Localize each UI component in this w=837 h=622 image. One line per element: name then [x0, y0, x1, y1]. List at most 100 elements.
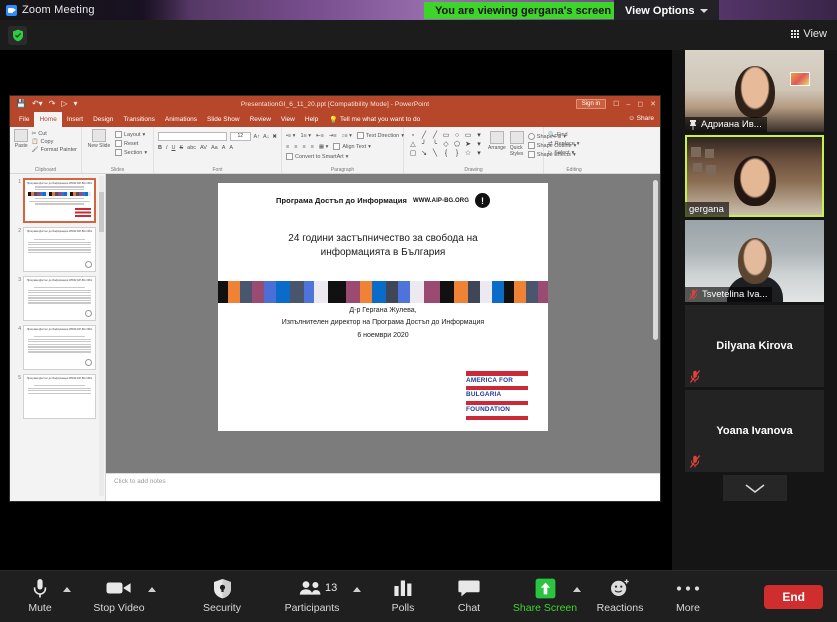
slide-editing-stage[interactable]: Програма Достъп до Информация WWW.AIP-BG… — [106, 174, 660, 501]
line-spacing-button[interactable]: ↕≡ ▾ — [342, 133, 352, 139]
clear-formatting-button[interactable]: ✖ — [272, 134, 277, 140]
shield-check-icon[interactable] — [8, 26, 27, 45]
cut-button[interactable]: ✂ Cut — [32, 131, 77, 137]
thumbnail-item[interactable]: 2 Програма Достъп до Информация WWW.AIP-… — [12, 227, 103, 272]
arrange-button[interactable]: Arrange — [488, 131, 506, 151]
powerpoint-share-button[interactable]: ☺ Share — [628, 115, 654, 122]
view-options-button[interactable]: View Options — [614, 0, 719, 21]
align-center-button[interactable]: ≡ — [294, 144, 297, 150]
justify-button[interactable]: ≡ — [311, 144, 314, 150]
section-button[interactable]: Section ▾ — [115, 149, 147, 156]
security-button[interactable]: Security — [187, 577, 257, 614]
copy-button[interactable]: 📋 Copy — [32, 139, 77, 145]
text-direction-button[interactable]: Text Direction ▾ — [357, 132, 404, 139]
shapes-gallery[interactable]: ▫ ╱ ╱ ▭ ○ ▭ ▾ △ ╯ ╰ ◇ ⬠ ➤ ▾ ▢ — [408, 131, 484, 157]
end-meeting-button[interactable]: End — [764, 585, 823, 609]
bar-chart-icon — [393, 577, 413, 599]
video-tile-tsvetelina[interactable]: Tsvetelina Iva... — [685, 220, 824, 302]
text-highlight-button[interactable]: A — [222, 145, 226, 151]
slide-stage-scrollbar[interactable] — [653, 180, 658, 340]
mute-options-caret-icon[interactable] — [63, 587, 71, 592]
quick-styles-button[interactable]: Quick Styles — [510, 131, 524, 157]
mute-button[interactable]: Mute — [5, 577, 75, 614]
tab-design[interactable]: Design — [88, 112, 118, 127]
tab-slide-show[interactable]: Slide Show — [202, 112, 245, 127]
aip-logo-icon: ! — [475, 193, 490, 208]
video-options-caret-icon[interactable] — [148, 587, 156, 592]
layout-button[interactable]: Layout ▾ — [115, 131, 147, 138]
thumbnail-item[interactable]: 1 Програма Достъп до Информация WWW.AIP-… — [12, 178, 103, 223]
thumbnail-item[interactable]: 4 Програма Достъп до Информация WWW.AIP-… — [12, 325, 103, 370]
thumbnail-item[interactable]: 5 Програма Достъп до Информация WWW.AIP-… — [12, 374, 103, 419]
font-family-input[interactable] — [158, 132, 227, 141]
more-button[interactable]: More — [653, 577, 723, 614]
thumbnail-slide-3[interactable]: Програма Достъп до Информация WWW.AIP-BG… — [23, 276, 96, 321]
tab-file[interactable]: File — [14, 112, 34, 127]
increase-indent-button[interactable]: ⇥≡ — [329, 133, 337, 139]
share-options-caret-icon[interactable] — [573, 587, 581, 592]
select-button[interactable]: ▷ Select ▾ — [548, 150, 600, 156]
font-size-input[interactable]: 12 — [230, 132, 251, 141]
strikethrough-button[interactable]: S — [180, 145, 184, 151]
increase-font-size-button[interactable]: A↑ — [254, 134, 260, 140]
thumbnail-slide-4[interactable]: Програма Достъп до Информация WWW.AIP-BG… — [23, 325, 96, 370]
numbering-button[interactable]: 1≡ ▾ — [300, 133, 311, 139]
scroll-down-button[interactable] — [723, 475, 787, 501]
columns-button[interactable]: ▦ ▾ — [319, 144, 329, 150]
video-tile-yoana[interactable]: Yoana Ivanova — [685, 390, 824, 472]
new-slide-button[interactable]: New Slide — [86, 129, 112, 149]
sign-in-button[interactable]: Sign in — [576, 99, 606, 109]
thumbnail-scrollbar[interactable] — [99, 176, 104, 496]
font-color-button[interactable]: A — [229, 145, 233, 151]
replace-button[interactable]: ⇄ Replace ▾ — [548, 141, 600, 147]
tab-transitions[interactable]: Transitions — [118, 112, 160, 127]
decrease-font-size-button[interactable]: A↓ — [263, 134, 269, 140]
shadow-button[interactable]: abc — [187, 145, 196, 151]
bullets-button[interactable]: •≡ ▾ — [286, 133, 295, 139]
tab-review[interactable]: Review — [245, 112, 276, 127]
decrease-indent-button[interactable]: ⇤≡ — [316, 133, 324, 139]
change-case-button[interactable]: Aa — [211, 145, 218, 151]
paste-button[interactable]: Paste — [14, 129, 29, 149]
tab-insert[interactable]: Insert — [62, 112, 88, 127]
tab-animations[interactable]: Animations — [160, 112, 202, 127]
polls-button[interactable]: Polls — [368, 577, 438, 614]
share-screen-button[interactable]: Share Screen — [509, 577, 581, 614]
view-layout-button[interactable]: View — [791, 28, 827, 40]
shape-diamond-icon: ◇ — [441, 140, 451, 148]
bold-button[interactable]: B — [158, 145, 162, 151]
underline-button[interactable]: U — [172, 145, 176, 151]
video-tile-dilyana[interactable]: Dilyana Kirova — [685, 305, 824, 387]
current-slide[interactable]: Програма Достъп до Информация WWW.AIP-BG… — [218, 183, 548, 431]
tab-home[interactable]: Home — [34, 112, 61, 127]
reactions-button[interactable]: Reactions — [585, 577, 655, 614]
chat-button[interactable]: Chat — [434, 577, 504, 614]
tell-me-search[interactable]: 💡 Tell me what you want to do — [323, 112, 420, 127]
format-painter-button[interactable]: 🖌 Format Painter — [32, 147, 77, 153]
notes-pane[interactable]: Click to add notes — [106, 473, 660, 501]
align-right-button[interactable]: ≡ — [302, 144, 305, 150]
participants-options-caret-icon[interactable] — [353, 587, 361, 592]
slide-thumbnail-pane[interactable]: 1 Програма Достъп до Информация WWW.AIP-… — [10, 174, 106, 501]
stop-video-button[interactable]: Stop Video — [84, 577, 154, 614]
tab-view[interactable]: View — [276, 112, 300, 127]
thumbnail-slide-5[interactable]: Програма Достъп до Информация WWW.AIP-BG… — [23, 374, 96, 419]
align-text-button[interactable]: Align Text ▾ — [333, 143, 371, 150]
video-tile-gergana[interactable]: gergana — [685, 135, 824, 217]
ribbon-display-options-icon[interactable]: ☐ — [613, 100, 619, 108]
italic-button[interactable]: I — [166, 145, 168, 151]
thumbnail-slide-2[interactable]: Програма Достъп до Информация WWW.AIP-BG… — [23, 227, 96, 272]
reset-button[interactable]: Reset — [115, 140, 147, 147]
video-tile-adriana[interactable]: Адриана Ив... — [685, 50, 824, 132]
close-icon[interactable]: ✕ — [650, 100, 656, 108]
character-spacing-button[interactable]: AV — [200, 145, 207, 151]
thumbnail-slide-1[interactable]: Програма Достъп до Информация WWW.AIP-BG… — [23, 178, 96, 223]
tab-help[interactable]: Help — [300, 112, 323, 127]
thumbnail-item[interactable]: 3 Програма Достъп до Информация WWW.AIP-… — [12, 276, 103, 321]
align-left-button[interactable]: ≡ — [286, 144, 289, 150]
thumbnail-scroll-knob[interactable] — [99, 192, 104, 232]
find-button[interactable]: 🔍 Find — [548, 132, 600, 138]
maximize-icon[interactable]: ◻ — [637, 100, 643, 108]
convert-smartart-button[interactable]: Convert to SmartArt ▾ — [286, 153, 348, 160]
minimize-icon[interactable]: – — [626, 101, 630, 108]
